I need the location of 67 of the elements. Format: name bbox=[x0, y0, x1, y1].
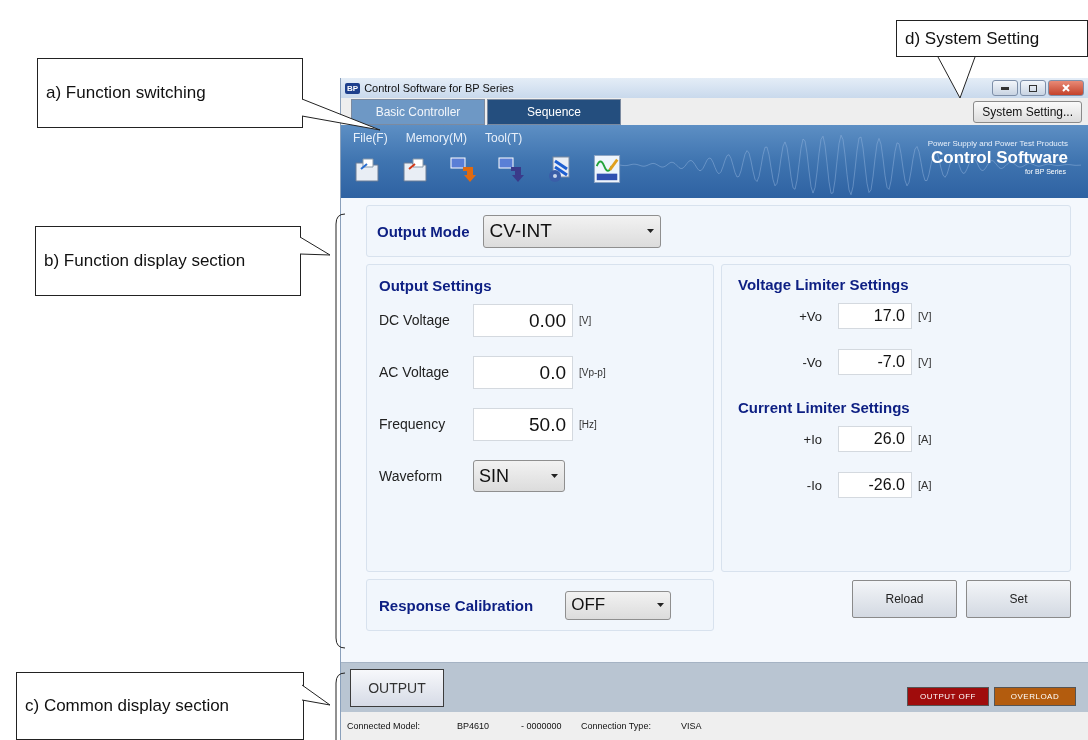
leader-line bbox=[937, 56, 976, 99]
field-label: -Vo bbox=[801, 354, 823, 370]
transfer-icon[interactable] bbox=[449, 155, 477, 183]
field-label: +Io bbox=[802, 431, 823, 447]
status-label: Connected Model: bbox=[347, 721, 422, 731]
input-field[interactable]: 0.00 bbox=[473, 303, 573, 337]
callout-box: a) Function switching bbox=[37, 58, 303, 128]
caret-icon bbox=[551, 474, 558, 478]
field-label: Waveform bbox=[379, 468, 444, 484]
connection-type: VISA bbox=[681, 721, 702, 731]
output-mode-dropdown[interactable]: CV-INT bbox=[483, 214, 662, 248]
status-indicator: OUTPUT OFF bbox=[907, 687, 989, 706]
action-button[interactable]: Set bbox=[966, 580, 1071, 618]
window-title: Control Software for BP Series bbox=[364, 82, 515, 94]
field-label: Frequency bbox=[379, 416, 447, 432]
response-calibration-label: Response Calibration bbox=[379, 596, 534, 614]
field-label: -Io bbox=[805, 477, 823, 493]
caret-icon bbox=[657, 603, 665, 607]
minimize-icon bbox=[1001, 86, 1009, 90]
close-icon bbox=[1062, 84, 1070, 92]
wave-designer-icon[interactable] bbox=[593, 155, 621, 183]
minimize-button[interactable] bbox=[992, 80, 1018, 96]
waveform-dropdown[interactable]: SIN bbox=[473, 460, 565, 492]
system-setting-button[interactable]: System Setting... bbox=[973, 100, 1082, 123]
input-field[interactable]: -7.0 bbox=[838, 349, 912, 375]
callout-box: c) Common display section bbox=[16, 672, 304, 740]
serial-number: - 0000000 bbox=[521, 721, 563, 731]
input-field[interactable]: 26.0 bbox=[838, 426, 912, 452]
output-button[interactable]: OUTPUT bbox=[350, 668, 444, 707]
unit-label: [Hz] bbox=[579, 418, 597, 430]
tab[interactable]: Sequence bbox=[487, 99, 621, 125]
unit-label: [Vp-p] bbox=[579, 366, 606, 378]
close-button[interactable] bbox=[1048, 80, 1084, 96]
unit-label: [V] bbox=[918, 310, 932, 322]
leader-line bbox=[301, 684, 331, 706]
unit-label: [V] bbox=[918, 356, 932, 368]
input-field[interactable]: 50.0 bbox=[473, 407, 573, 441]
model-name: BP4610 bbox=[457, 721, 491, 731]
output-mode-label: Output Mode bbox=[377, 222, 470, 240]
response-calibration-dropdown[interactable]: OFF bbox=[565, 590, 672, 620]
unit-label: [A] bbox=[918, 433, 932, 445]
callout-box: b) Function display section bbox=[35, 226, 301, 296]
maximize-button[interactable] bbox=[1020, 80, 1046, 96]
maximize-icon bbox=[1029, 84, 1037, 92]
bracket-line bbox=[335, 672, 346, 740]
section-title: Current Limiter Settings bbox=[738, 399, 911, 416]
unit-label: [V] bbox=[579, 314, 592, 326]
folder-icon[interactable] bbox=[401, 155, 429, 183]
status-label: Connection Type: bbox=[581, 721, 652, 731]
banner-tagline: Power Supply and Power Test Products bbox=[927, 139, 1068, 148]
leader-line bbox=[299, 236, 331, 256]
section-title: Voltage Limiter Settings bbox=[738, 276, 910, 293]
app-logo-icon: BP bbox=[345, 82, 361, 94]
transfer-icon[interactable] bbox=[497, 155, 525, 183]
field-label: DC Voltage bbox=[379, 312, 451, 328]
input-field[interactable]: 17.0 bbox=[838, 303, 912, 329]
input-field[interactable]: 0.0 bbox=[473, 355, 573, 389]
status-indicator: OVERLOAD bbox=[994, 687, 1076, 706]
banner-product-name: Control Software bbox=[931, 148, 1068, 168]
section-title: Output Settings bbox=[379, 277, 493, 294]
folder-icon[interactable] bbox=[353, 155, 381, 183]
unit-label: [A] bbox=[918, 479, 932, 491]
action-button[interactable]: Reload bbox=[852, 580, 957, 618]
input-field[interactable]: -26.0 bbox=[838, 472, 912, 498]
field-label: +Vo bbox=[798, 308, 823, 324]
caret-icon bbox=[647, 229, 655, 233]
field-label: AC Voltage bbox=[379, 364, 451, 380]
